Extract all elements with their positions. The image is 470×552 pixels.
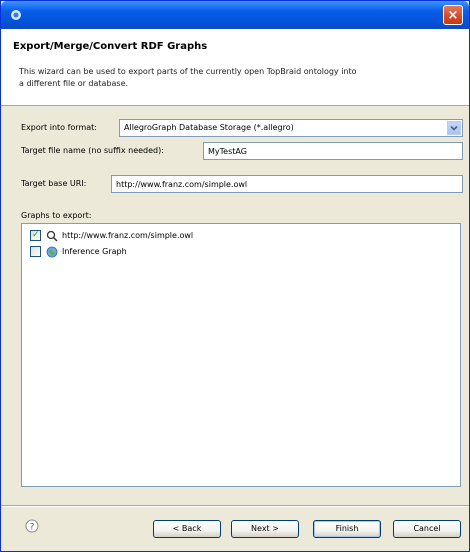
target-file-input[interactable] — [204, 143, 462, 159]
next-button[interactable]: Next > — [231, 520, 299, 538]
list-item[interactable]: Inference Graph — [30, 246, 410, 260]
check-icon: ✓ — [32, 230, 40, 240]
chevron-down-icon — [450, 125, 458, 131]
back-button[interactable]: < Back — [153, 520, 221, 538]
wizard-header: Export/Merge/Convert RDF Graphs This wiz… — [1, 29, 469, 106]
export-format-label: Export into format: — [21, 123, 97, 132]
export-format-select[interactable]: AllegroGraph Database Storage (*.allegro… — [119, 119, 463, 137]
target-base-uri-label: Target base URI: — [21, 179, 87, 188]
export-format-value: AllegroGraph Database Storage (*.allegro… — [124, 123, 294, 132]
target-file-field[interactable] — [203, 142, 463, 160]
target-base-uri-input[interactable] — [112, 176, 462, 192]
ontology-icon — [46, 230, 58, 242]
dropdown-arrow-button[interactable] — [447, 121, 461, 135]
graph-item-label: http://www.franz.com/simple.owl — [62, 231, 194, 240]
page-description: This wizard can be used to export parts … — [19, 67, 357, 88]
svg-text:?: ? — [30, 523, 35, 533]
graph-checkbox-checked[interactable]: ✓ — [30, 230, 41, 241]
page-title: Export/Merge/Convert RDF Graphs — [13, 41, 208, 52]
target-base-uri-field[interactable] — [111, 175, 463, 193]
graph-item-label: Inference Graph — [62, 247, 127, 256]
globe-icon — [46, 246, 58, 258]
help-icon[interactable]: ? — [25, 519, 39, 533]
graph-checkbox-unchecked[interactable] — [30, 246, 41, 257]
cancel-button[interactable]: Cancel — [393, 520, 461, 538]
close-button[interactable]: × — [443, 5, 463, 25]
footer-divider — [1, 505, 469, 507]
title-bar[interactable]: × — [1, 1, 469, 29]
target-file-label: Target file name (no suffix needed): — [21, 146, 164, 155]
finish-button[interactable]: Finish — [313, 520, 381, 538]
app-icon — [11, 10, 21, 20]
export-wizard-window: × Export/Merge/Convert RDF Graphs This w… — [0, 0, 470, 552]
list-item[interactable]: ✓ http://www.franz.com/simple.owl — [30, 230, 410, 244]
graph-list[interactable]: ✓ http://www.franz.com/simple.owl Infere… — [21, 223, 461, 487]
graphs-to-export-label: Graphs to export: — [21, 211, 92, 220]
